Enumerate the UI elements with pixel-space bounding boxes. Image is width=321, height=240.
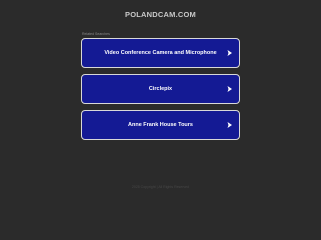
related-link-anne-frank-house-tours[interactable]: Anne Frank House Tours bbox=[81, 110, 240, 140]
arrow-right-icon bbox=[227, 50, 232, 56]
related-searches-label: Related Searches bbox=[82, 32, 110, 36]
related-link-circlepix[interactable]: Circlepix bbox=[81, 74, 240, 104]
arrow-right-icon bbox=[227, 86, 232, 92]
related-links-list: Video Conference Camera and Microphone C… bbox=[81, 38, 240, 146]
footer-copyright: 2025 Copyright | All Rights Reserved bbox=[131, 185, 190, 189]
domain-title: POLANDCAM.COM bbox=[125, 10, 196, 19]
related-link-label: Video Conference Camera and Microphone bbox=[104, 50, 217, 56]
related-link-label: Circlepix bbox=[148, 86, 173, 92]
arrow-right-icon bbox=[227, 122, 232, 128]
related-link-label: Anne Frank House Tours bbox=[128, 122, 193, 128]
related-link-video-conference[interactable]: Video Conference Camera and Microphone bbox=[81, 38, 240, 68]
